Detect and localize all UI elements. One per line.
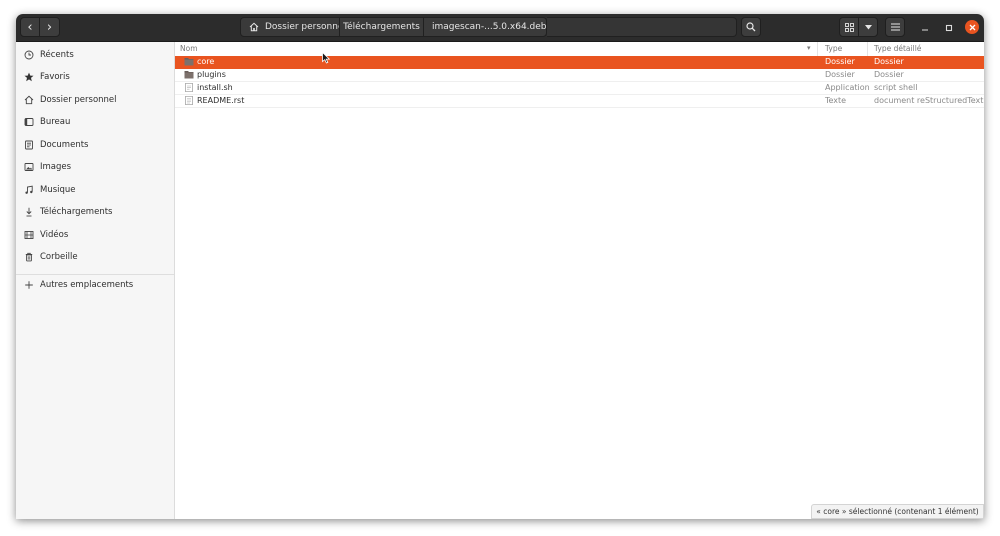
back-button[interactable]: ‹ [20,17,40,37]
chevron-right-icon: › [46,19,53,35]
path-home-button[interactable]: Dossier personnel [240,17,346,37]
sidebar-item-trash[interactable]: Corbeille [16,246,174,268]
column-name-header[interactable]: Nom [180,44,198,53]
sidebar-item-label: Bureau [40,117,71,127]
sidebar-item-music[interactable]: Musique [16,179,174,201]
status-bar: « core » sélectionné (contenant 1 élémen… [811,504,984,519]
sidebar-item-downloads[interactable]: Téléchargements [16,201,174,223]
file-type: Dossier [825,70,855,79]
sidebar-item-favorites[interactable]: Favoris [16,66,174,88]
sidebar-item-documents[interactable]: Documents [16,134,174,156]
column-divider [817,42,818,56]
column-divider [867,42,868,56]
script-file-icon [185,83,193,92]
sidebar-item-label: Favoris [40,72,70,82]
sidebar-item-label: Vidéos [40,230,69,240]
file-detail: script shell [874,83,918,92]
sidebar-item-label: Récents [40,50,74,60]
sidebar-item-label: Téléchargements [40,207,113,217]
path-bar-fill [547,17,737,37]
caret-down-icon [864,24,872,29]
path-current-button[interactable]: imagescan-...5.0.x64.deb [423,17,554,37]
file-name: install.sh [197,83,233,92]
file-type: Dossier [825,57,855,66]
file-list-view: Nom ▾ Type Type détaillé core Dossier Do… [175,42,984,519]
path-current-label: imagescan-...5.0.x64.deb [432,22,547,32]
close-button[interactable] [965,20,979,34]
maximize-icon [945,24,952,31]
path-downloads-label: Téléchargements [343,22,420,32]
sort-down-icon[interactable]: ▾ [807,44,811,52]
minimize-button[interactable] [918,21,931,34]
video-icon [23,229,35,241]
hamburger-icon [890,23,900,31]
sidebar-item-images[interactable]: Images [16,156,174,178]
sidebar-item-label: Documents [40,140,89,150]
file-name: core [197,57,215,66]
file-type: Texte [825,96,847,105]
file-row[interactable]: install.sh Application script shell [175,82,984,95]
file-row[interactable]: core Dossier Dossier [175,56,984,69]
view-grid-button[interactable] [839,17,859,37]
status-text: « core » sélectionné (contenant 1 élémen… [816,507,979,516]
file-name: plugins [197,70,226,79]
path-home-label: Dossier personnel [265,22,347,32]
hamburger-menu-button[interactable] [885,17,905,37]
view-options-dropdown[interactable] [858,17,878,37]
search-button[interactable] [741,17,761,37]
sidebar-item-other-locations[interactable]: Autres emplacements [16,274,174,296]
sidebar-item-desktop[interactable]: Bureau [16,111,174,133]
file-row[interactable]: README.rst Texte document reStructuredTe… [175,95,984,108]
sidebar-item-home[interactable]: Dossier personnel [16,89,174,111]
sidebar-item-label: Corbeille [40,252,78,262]
sidebar-item-label: Musique [40,185,76,195]
home-icon [23,94,35,106]
text-file-icon [185,96,193,105]
maximize-button[interactable] [942,21,955,34]
headerbar: ‹ › Dossier personnel Téléchargements im… [16,14,984,42]
path-downloads-button[interactable]: Téléchargements [339,17,424,37]
sidebar-item-videos[interactable]: Vidéos [16,224,174,246]
document-icon [23,139,35,151]
minimize-icon [921,28,928,31]
column-detail-header[interactable]: Type détaillé [874,44,921,53]
search-icon [746,22,756,32]
file-detail: document reStructuredText [874,96,984,105]
file-detail: Dossier [874,70,904,79]
sidebar-item-label: Autres emplacements [40,280,134,290]
column-type-header[interactable]: Type [825,44,842,53]
plus-icon [23,279,35,291]
grid-icon [844,22,854,32]
sidebar-item-label: Dossier personnel [40,95,117,105]
file-detail: Dossier [874,57,904,66]
chevron-left-icon: ‹ [27,19,33,35]
forward-button[interactable]: › [39,17,60,37]
trash-icon [23,251,35,263]
sidebar-item-label: Images [40,162,72,172]
file-row[interactable]: plugins Dossier Dossier [175,69,984,82]
star-icon [23,71,35,83]
music-icon [23,184,35,196]
image-icon [23,161,35,173]
column-header: Nom ▾ Type Type détaillé [175,42,984,57]
desktop-icon [23,116,35,128]
folder-icon [184,71,194,79]
file-name: README.rst [197,96,245,105]
file-type: Application [825,83,870,92]
mouse-pointer-icon [322,52,330,64]
close-icon [969,24,975,30]
sidebar: Récents Favoris Dossier personnel Bureau… [16,42,175,519]
folder-icon [184,58,194,66]
file-manager-window: ‹ › Dossier personnel Téléchargements im… [16,14,984,519]
clock-icon [23,49,35,61]
download-icon [23,206,35,218]
sidebar-item-recents[interactable]: Récents [16,44,174,66]
home-icon [249,22,259,32]
